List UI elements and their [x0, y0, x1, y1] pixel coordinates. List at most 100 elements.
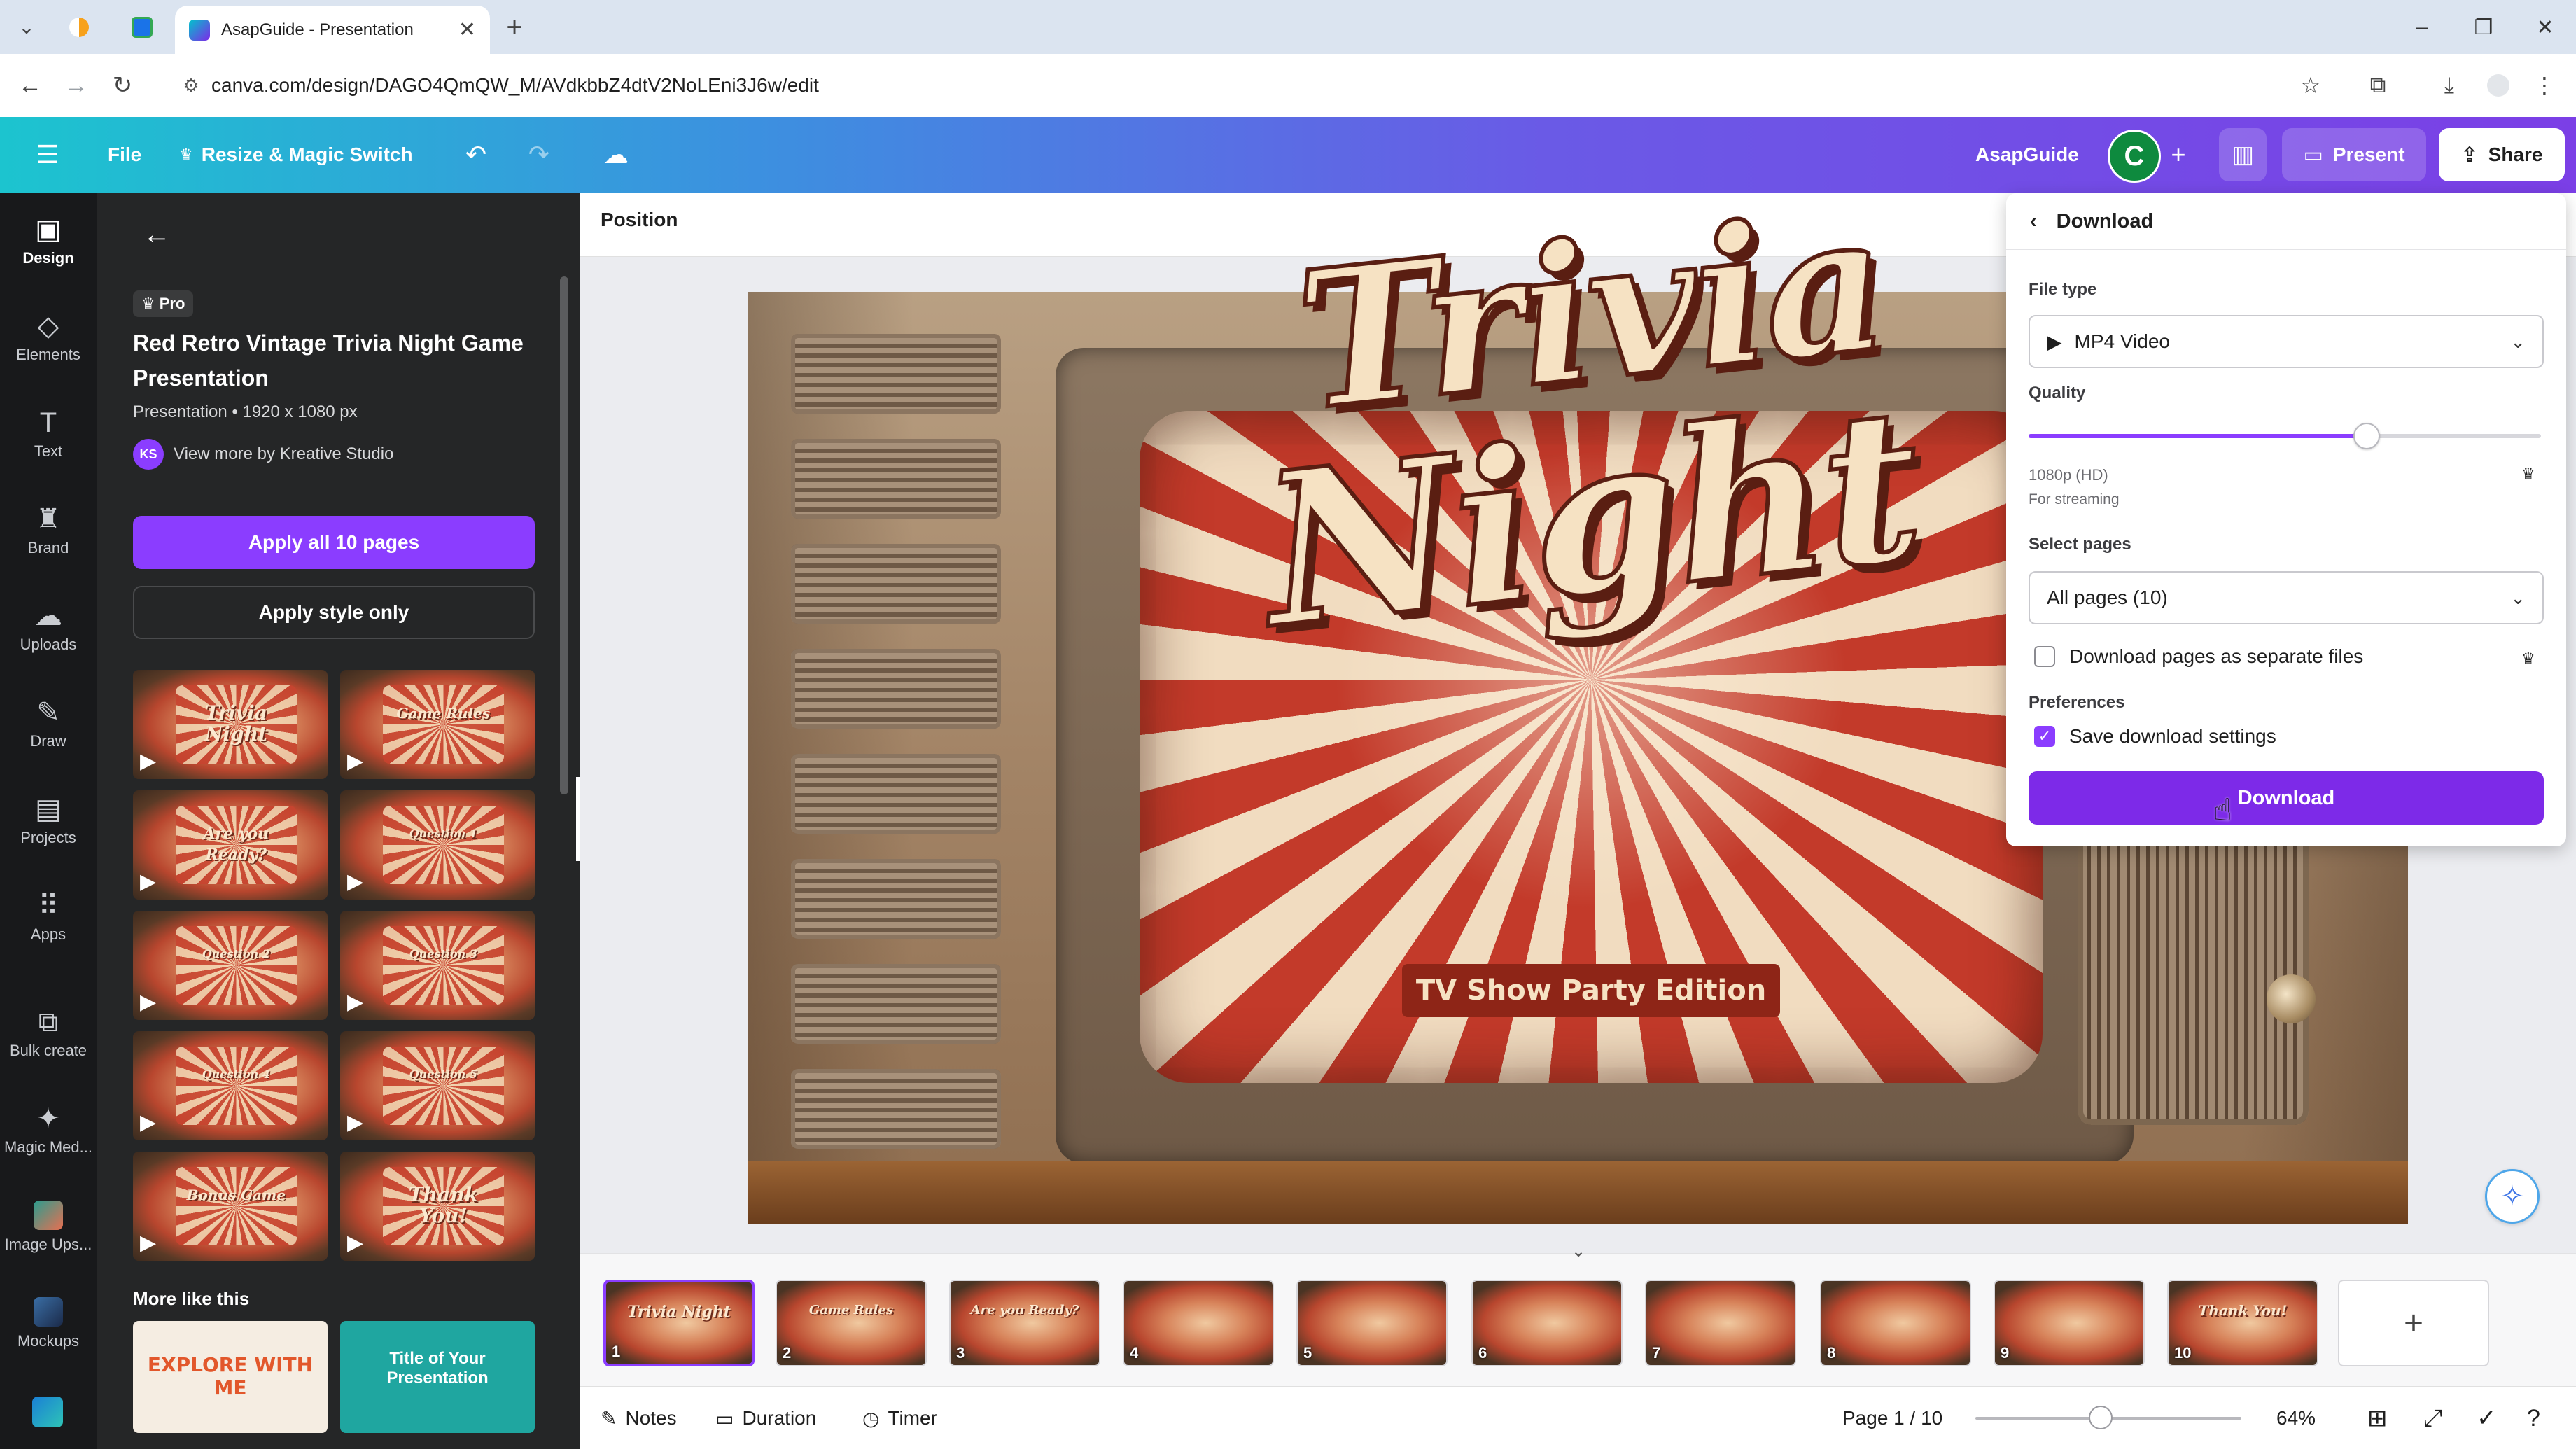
- template-page-thumb[interactable]: Question 3 ▶: [340, 911, 535, 1020]
- rail-item-magic-media[interactable]: ✦ Magic Med...: [0, 1088, 97, 1172]
- author-link[interactable]: KS View more by Kreative Studio: [133, 439, 393, 470]
- back-icon[interactable]: ←: [13, 68, 48, 103]
- chevron-left-icon[interactable]: ‹: [2030, 210, 2037, 233]
- fullscreen-icon[interactable]: ⤢: [2423, 1400, 2442, 1436]
- apply-style-only-button[interactable]: Apply style only: [133, 586, 535, 639]
- forward-icon[interactable]: →: [59, 68, 94, 103]
- window-close-icon[interactable]: ✕: [2524, 10, 2566, 45]
- select-pages-dropdown[interactable]: All pages (10) ⌄: [2029, 571, 2544, 624]
- zoom-slider-thumb[interactable]: [2089, 1406, 2113, 1429]
- rail-item-draw[interactable]: ✎ Draw: [0, 682, 97, 766]
- page-thumb-label: Are you Ready?: [970, 1303, 1079, 1317]
- chevron-down-icon[interactable]: ⌄: [1561, 1240, 1596, 1261]
- separate-files-row[interactable]: Download pages as separate files: [2034, 645, 2363, 668]
- avatar[interactable]: C: [2108, 130, 2161, 183]
- insights-button[interactable]: ▥: [2219, 128, 2267, 181]
- slide-subtitle[interactable]: TV Show Party Edition: [1402, 964, 1780, 1017]
- add-collaborator-icon[interactable]: +: [2159, 135, 2198, 174]
- rail-item-uploads[interactable]: ☁ Uploads: [0, 586, 97, 670]
- plus-icon[interactable]: +: [498, 11, 531, 43]
- more-like-card[interactable]: Title of Your Presentation: [340, 1321, 535, 1433]
- template-page-thumb[interactable]: Question 1 ▶: [340, 790, 535, 899]
- page-thumb[interactable]: 9: [1994, 1280, 2145, 1366]
- save-settings-checkbox[interactable]: ✓: [2034, 726, 2055, 747]
- rail-item-elements[interactable]: ◇ Elements: [0, 296, 97, 380]
- panel-scrollbar[interactable]: [560, 276, 568, 794]
- magic-assistant-icon[interactable]: ✧: [2485, 1169, 2540, 1224]
- app-shortcut-icon[interactable]: [32, 1396, 63, 1427]
- template-page-thumb[interactable]: Bonus Game ▶: [133, 1152, 328, 1261]
- save-settings-row[interactable]: ✓ Save download settings: [2034, 725, 2276, 748]
- page-indicator[interactable]: Page 1 / 10: [1842, 1400, 1942, 1436]
- close-icon[interactable]: ✕: [458, 18, 476, 42]
- tv-vent: [791, 439, 1001, 519]
- rail-label: Elements: [16, 346, 80, 363]
- file-type-select[interactable]: ▶ MP4 Video ⌄: [2029, 315, 2544, 368]
- add-page-button[interactable]: +: [2338, 1280, 2489, 1366]
- download-icon[interactable]: ⤓: [2432, 68, 2467, 103]
- back-arrow-icon[interactable]: ←: [136, 214, 178, 255]
- page-thumb[interactable]: Are you Ready? 3: [949, 1280, 1100, 1366]
- extensions-icon[interactable]: ⧉: [2360, 68, 2395, 103]
- rail-item-apps[interactable]: ⠿ Apps: [0, 876, 97, 960]
- site-info-icon[interactable]: ⚙: [178, 72, 204, 99]
- rail-item-image-upscaler[interactable]: Image Ups...: [0, 1185, 97, 1269]
- play-icon: ▶: [347, 1231, 364, 1254]
- download-button[interactable]: Download: [2029, 771, 2544, 825]
- template-page-thumb[interactable]: Question 5 ▶: [340, 1031, 535, 1140]
- page-thumb[interactable]: Game Rules 2: [776, 1280, 927, 1366]
- redo-icon[interactable]: ↷: [519, 135, 559, 174]
- apply-all-pages-button[interactable]: Apply all 10 pages: [133, 516, 535, 569]
- page-thumb[interactable]: Thank You! 10: [2167, 1280, 2318, 1366]
- cloud-saved-icon[interactable]: ☁: [596, 135, 636, 174]
- timer-button[interactable]: ◷ Timer: [862, 1400, 937, 1436]
- quality-slider-thumb[interactable]: [2353, 423, 2381, 449]
- rail-item-projects[interactable]: ▤ Projects: [0, 779, 97, 863]
- resize-magic-switch-button[interactable]: ♛ Resize & Magic Switch: [179, 117, 413, 192]
- rail-item-brand[interactable]: ♜ Brand: [0, 489, 97, 573]
- duration-button[interactable]: ▭ Duration: [715, 1400, 816, 1436]
- page-thumb[interactable]: 7: [1645, 1280, 1796, 1366]
- zoom-level[interactable]: 64%: [2276, 1400, 2316, 1436]
- template-page-thumb[interactable]: Are you Ready? ▶: [133, 790, 328, 899]
- more-like-card[interactable]: EXPLORE WITH ME: [133, 1321, 328, 1433]
- minimize-icon[interactable]: –: [2401, 10, 2443, 45]
- template-page-thumb[interactable]: Question 4 ▶: [133, 1031, 328, 1140]
- page-thumb[interactable]: 4: [1123, 1280, 1274, 1366]
- reload-icon[interactable]: ↻: [105, 68, 140, 103]
- undo-icon[interactable]: ↶: [456, 135, 496, 174]
- menu-icon[interactable]: ⋮: [2527, 68, 2562, 103]
- address-bar[interactable]: ⚙ canva.com/design/DAGO4QmQW_M/AVdkbbZ4d…: [165, 62, 2363, 108]
- star-icon[interactable]: ☆: [2293, 68, 2328, 103]
- restore-icon[interactable]: ❐: [2463, 10, 2505, 45]
- tab-list-icon[interactable]: ⌄: [11, 11, 42, 42]
- page-thumb[interactable]: 5: [1296, 1280, 1448, 1366]
- position-button[interactable]: Position: [601, 209, 678, 231]
- rail-item-mockups[interactable]: Mockups: [0, 1282, 97, 1366]
- present-button[interactable]: ▭ Present: [2282, 128, 2426, 181]
- check-icon[interactable]: ✓: [2477, 1400, 2497, 1436]
- page-thumb[interactable]: 8: [1820, 1280, 1971, 1366]
- page-thumb[interactable]: Trivia Night 1: [603, 1280, 755, 1366]
- pinned-tab-1[interactable]: [62, 10, 97, 45]
- profile-icon[interactable]: [2481, 68, 2516, 103]
- template-page-thumb[interactable]: Thank You! ▶: [340, 1152, 535, 1261]
- page-thumb[interactable]: 6: [1471, 1280, 1623, 1366]
- share-button[interactable]: ⇪ Share: [2439, 128, 2565, 181]
- help-icon[interactable]: ?: [2527, 1400, 2540, 1436]
- file-menu[interactable]: File: [108, 117, 141, 192]
- active-tab[interactable]: AsapGuide - Presentation ✕: [175, 6, 490, 54]
- template-page-thumb[interactable]: Game Rules ▶: [340, 670, 535, 779]
- divider: [2006, 249, 2566, 250]
- rail-item-text[interactable]: T Text: [0, 393, 97, 477]
- notes-button[interactable]: ✎ Notes: [601, 1400, 677, 1436]
- pinned-tab-2[interactable]: [125, 10, 160, 45]
- grid-view-icon[interactable]: ⊞: [2367, 1400, 2388, 1436]
- rail-item-bulk-create[interactable]: ⧉ Bulk create: [0, 992, 97, 1076]
- hamburger-menu-icon[interactable]: ☰: [28, 135, 67, 174]
- separate-files-checkbox[interactable]: [2034, 646, 2055, 667]
- tv-vent: [791, 754, 1001, 834]
- rail-item-design[interactable]: ▣ Design: [0, 200, 97, 284]
- template-page-thumb[interactable]: Trivia Night ▶: [133, 670, 328, 779]
- template-page-thumb[interactable]: Question 2 ▶: [133, 911, 328, 1020]
